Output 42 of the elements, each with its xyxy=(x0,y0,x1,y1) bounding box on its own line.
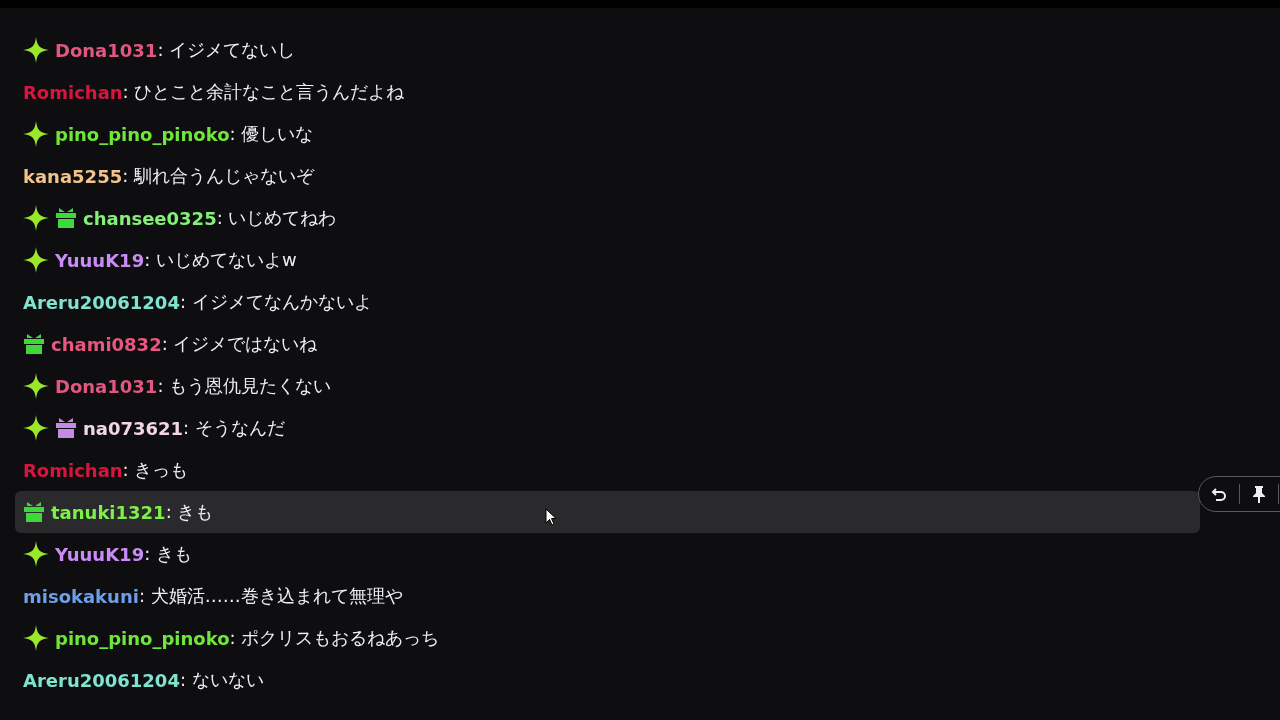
message-text: : きも xyxy=(165,500,214,524)
username[interactable]: YuuuK19 xyxy=(55,249,145,271)
message-text: : いじめてねわ xyxy=(216,206,337,230)
message-text: : きっも xyxy=(122,458,189,482)
sparkle-icon xyxy=(23,625,49,651)
sparkle-icon xyxy=(23,247,49,273)
username[interactable]: Romichan xyxy=(23,459,123,481)
username[interactable]: kana5255 xyxy=(23,165,123,187)
message-text: : ないない xyxy=(179,668,264,692)
username[interactable]: tanuki1321 xyxy=(51,501,166,523)
username[interactable]: misokakuni xyxy=(23,585,139,607)
username[interactable]: pino_pino_pinoko xyxy=(55,123,230,145)
message-text: : イジメてないし xyxy=(157,38,296,62)
sparkle-icon xyxy=(23,121,49,147)
message-text: : 優しいな xyxy=(229,122,314,146)
username[interactable]: Areru20061204 xyxy=(23,291,180,313)
message-text: : もう恩仇見たくない xyxy=(157,374,332,398)
message-text: : そうなんだ xyxy=(183,416,285,440)
username[interactable]: Areru20061204 xyxy=(23,669,180,691)
sparkle-icon xyxy=(23,541,49,567)
message-text: : いじめてないよw xyxy=(144,248,297,272)
username[interactable]: na073621 xyxy=(83,417,184,439)
message-text: : 馴れ合うんじゃないぞ xyxy=(122,164,314,188)
username[interactable]: pino_pino_pinoko xyxy=(55,627,230,649)
username[interactable]: YuuuK19 xyxy=(55,543,145,565)
message-text: : イジメてなんかないよ xyxy=(179,290,372,314)
sparkle-icon xyxy=(23,373,49,399)
message-text: : きも xyxy=(144,542,192,566)
message-text: : ポクリスもおるねあっち xyxy=(229,626,440,650)
sparkle-icon xyxy=(23,415,49,441)
message-text: : ひとこと余計なこと言うんだよね xyxy=(122,80,405,104)
username[interactable]: Dona1031 xyxy=(55,375,158,397)
username[interactable]: Romichan xyxy=(23,81,123,103)
sparkle-icon xyxy=(23,205,49,231)
username[interactable]: chami0832 xyxy=(51,333,162,355)
sparkle-icon xyxy=(23,37,49,63)
pin-icon[interactable] xyxy=(1250,483,1268,505)
cursor-icon xyxy=(545,508,557,526)
message-text: : イジメではないね xyxy=(161,332,318,356)
message-text: : 犬婚活……巻き込まれて無理や xyxy=(138,584,403,608)
username[interactable]: Dona1031 xyxy=(55,39,158,61)
username[interactable]: chansee0325 xyxy=(83,207,217,229)
